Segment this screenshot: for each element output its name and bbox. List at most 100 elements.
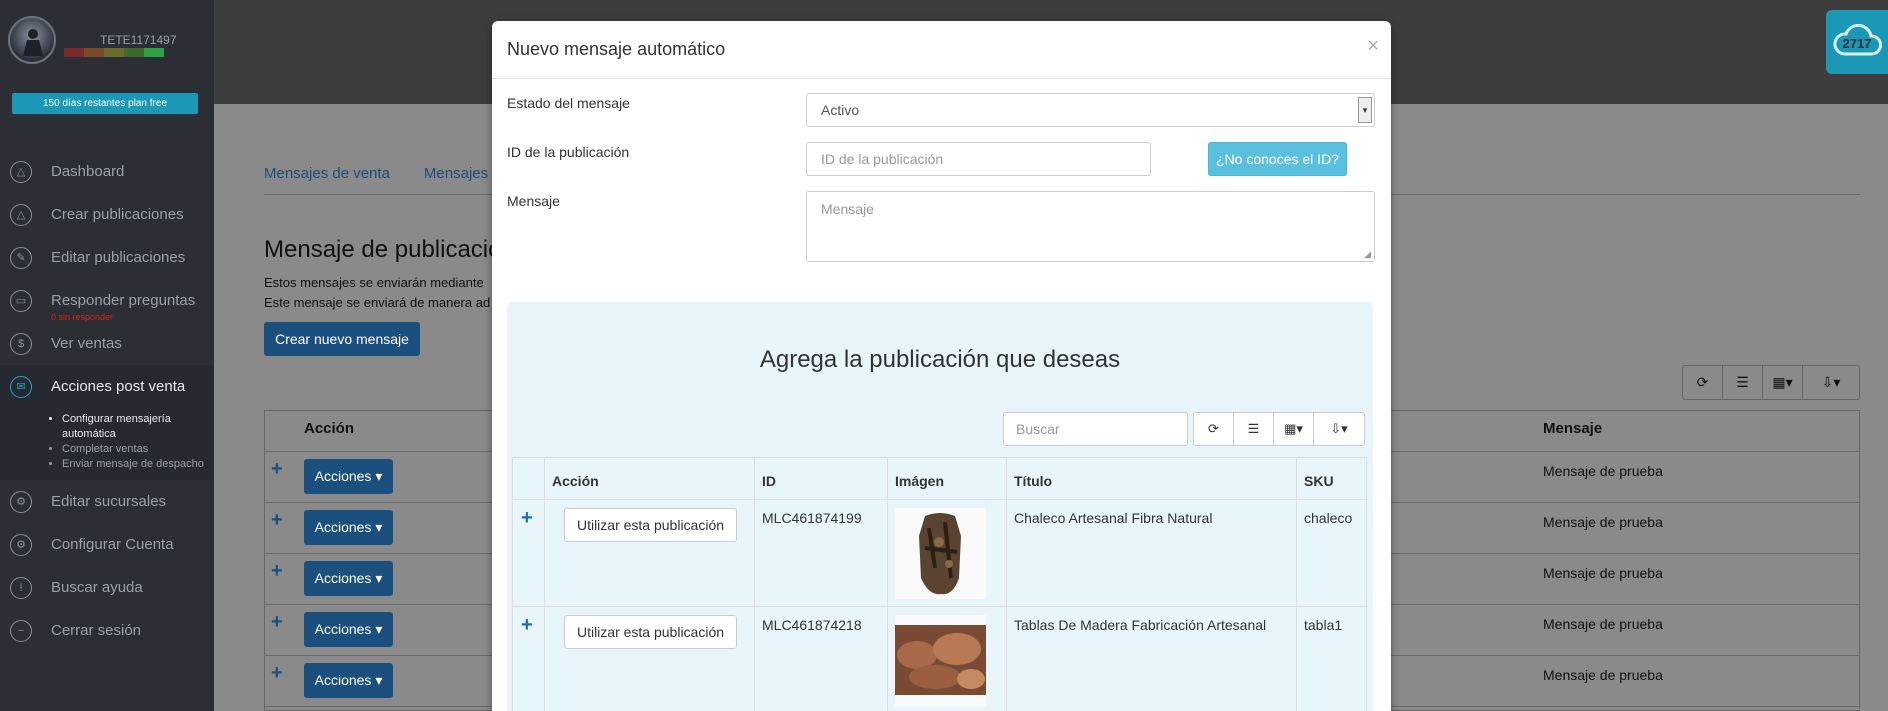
mensaje-placeholder: Mensaje — [821, 201, 874, 217]
sidebar-item-label: Editar publicaciones — [51, 249, 186, 266]
publication-picker-panel: Agrega la publicación que deseas Buscar … — [507, 302, 1373, 711]
column-divider — [1296, 458, 1297, 711]
subnav-completar-ventas[interactable]: Completar ventas — [62, 442, 214, 457]
acciones-button[interactable]: Acciones ▾ — [304, 459, 393, 494]
estado-select[interactable]: Activo ▾ — [806, 93, 1375, 127]
table-toolbar: ⟳ ☰ ▦▾ ⇩▾ — [1682, 365, 1860, 400]
acciones-label: Acciones — [314, 519, 372, 535]
column-divider — [1006, 458, 1007, 711]
expand-row-icon[interactable]: + — [271, 458, 283, 481]
publication-id: MLC461874218 — [762, 617, 862, 633]
sidebar-item-configurar-cuenta[interactable]: ⚙ Configurar Cuenta — [0, 523, 214, 566]
sidebar-item-editar-sucursales[interactable]: ⚙ Editar sucursales — [0, 480, 214, 523]
sidebar-item-editar-publicaciones[interactable]: ✎ Editar publicaciones — [0, 236, 214, 279]
reputation-segment — [64, 48, 84, 57]
columns-icon[interactable]: ▦▾ — [1274, 413, 1314, 445]
use-publication-button[interactable]: Utilizar esta publicación — [564, 615, 737, 649]
cloud-counter[interactable]: 2717 — [1826, 10, 1888, 74]
id-input[interactable]: ID de la publicación — [806, 142, 1151, 176]
message-cell: Mensaje de prueba — [1543, 514, 1663, 530]
sidebar-item-label: Acciones post venta — [51, 378, 186, 395]
expand-row-icon[interactable]: + — [521, 614, 533, 637]
subnav-enviar-mensaje-despacho[interactable]: Enviar mensaje de despacho — [62, 457, 214, 472]
acciones-button[interactable]: Acciones ▾ — [304, 612, 393, 647]
resize-handle-icon[interactable]: ◢ — [1364, 249, 1371, 260]
unknown-id-button[interactable]: ¿No conoces el ID? — [1208, 142, 1347, 176]
reputation-segment — [144, 48, 164, 57]
page-tabs: Mensajes de venta Mensajes d — [264, 165, 501, 195]
sidebar-item-label: Responder preguntas — [51, 292, 196, 309]
expand-row-icon[interactable]: + — [521, 507, 533, 530]
user-silhouette-icon — [23, 29, 43, 56]
create-message-button[interactable]: Crear nuevo mensaje — [264, 322, 420, 356]
columns-icon[interactable]: ▦▾ — [1763, 366, 1803, 399]
message-cell: Mensaje de prueba — [1543, 616, 1663, 632]
publication-sku: chaleco — [1304, 510, 1353, 526]
expand-row-icon[interactable]: + — [271, 662, 283, 685]
use-publication-button[interactable]: Utilizar esta publicación — [564, 508, 737, 542]
new-auto-message-modal: Nuevo mensaje automático × Estado del me… — [492, 21, 1391, 711]
id-placeholder: ID de la publicación — [821, 151, 944, 167]
gear-icon: ⚙ — [10, 533, 32, 556]
sidebar-item-buscar-ayuda[interactable]: ! Buscar ayuda — [0, 566, 214, 609]
reputation-segment — [104, 48, 124, 57]
avatar[interactable] — [8, 16, 56, 64]
picker-toolbar: ⟳ ☰ ▦▾ ⇩▾ — [1193, 412, 1365, 446]
acciones-button[interactable]: Acciones ▾ — [304, 510, 393, 545]
description-line: Estos mensajes se enviarán mediante — [264, 275, 484, 290]
acciones-label: Acciones — [314, 570, 372, 586]
sidebar-item-acciones-post-venta[interactable]: ✉ Acciones post venta — [0, 365, 214, 408]
search-placeholder: Buscar — [1016, 421, 1060, 437]
close-icon[interactable]: × — [1367, 35, 1379, 58]
sidebar-item-label: Dashboard — [51, 163, 125, 180]
reputation-segment — [124, 48, 144, 57]
sidebar-item-ver-ventas[interactable]: $ Ver ventas — [0, 322, 214, 365]
vest-image — [895, 508, 986, 599]
sidebar-item-label: Crear publicaciones — [51, 206, 184, 223]
pending-questions-badge: 0 sin responder — [51, 312, 114, 322]
sidebar-item-label: Configurar Cuenta — [51, 536, 174, 553]
acciones-button[interactable]: Acciones ▾ — [304, 663, 393, 698]
export-icon[interactable]: ⇩▾ — [1314, 413, 1364, 445]
tab-mensajes-other[interactable]: Mensajes d — [424, 165, 501, 195]
list-view-icon[interactable]: ☰ — [1234, 413, 1274, 445]
wood-boards-photo — [895, 615, 986, 706]
tab-mensajes-venta[interactable]: Mensajes de venta — [264, 165, 390, 195]
acciones-button[interactable]: Acciones ▾ — [304, 561, 393, 596]
mensaje-textarea[interactable]: Mensaje ◢ — [806, 191, 1375, 262]
exclamation-icon: ! — [10, 576, 32, 599]
expand-row-icon[interactable]: + — [271, 509, 283, 532]
dollar-icon: $ — [10, 332, 32, 355]
reputation-segment — [84, 48, 104, 57]
publication-title: Chaleco Artesanal Fibra Natural — [1014, 510, 1213, 526]
refresh-icon[interactable]: ⟳ — [1194, 413, 1234, 445]
export-icon[interactable]: ⇩▾ — [1803, 366, 1859, 399]
sidebar-item-label: Editar sucursales — [51, 493, 167, 510]
search-input[interactable]: Buscar — [1003, 412, 1188, 446]
expand-row-icon[interactable]: + — [271, 611, 283, 634]
sidebar-nav: △ Dashboard △ Crear publicaciones ✎ Edit… — [0, 150, 214, 652]
subnav-configurar-mensajeria[interactable]: Configurar mensajería automática — [62, 412, 214, 442]
sidebar-item-responder-preguntas[interactable]: ▭ Responder preguntas 0 sin responder — [0, 279, 214, 322]
reputation-bar — [64, 48, 164, 57]
page-title: Mensaje de publicació — [264, 236, 502, 263]
column-divider — [754, 458, 755, 711]
triangle-icon: △ — [10, 203, 32, 226]
sidebar-item-crear-publicaciones[interactable]: △ Crear publicaciones — [0, 193, 214, 236]
publications-table: Acción ID Imágen Título SKU + Utilizar e… — [512, 457, 1368, 711]
username: TETE1171497 — [100, 33, 177, 47]
publication-sku: tabla1 — [1304, 617, 1343, 633]
sidebar-item-label: Ver ventas — [51, 335, 122, 352]
refresh-icon[interactable]: ⟳ — [1683, 366, 1723, 399]
expand-row-icon[interactable]: + — [271, 560, 283, 583]
sidebar-item-dashboard[interactable]: △ Dashboard — [0, 150, 214, 193]
column-divider — [544, 458, 545, 711]
acciones-label: Acciones — [314, 468, 372, 484]
panel-title: Agrega la publicación que deseas — [759, 346, 1121, 373]
acciones-label: Acciones — [314, 621, 372, 637]
list-view-icon[interactable]: ☰ — [1723, 366, 1763, 399]
column-header-accion: Acción — [552, 473, 599, 489]
plan-badge[interactable]: 150 días restantes plan free — [12, 93, 198, 114]
gear-icon: ⚙ — [10, 490, 32, 513]
sidebar-item-cerrar-sesion[interactable]: − Cerrar sesión — [0, 609, 214, 652]
